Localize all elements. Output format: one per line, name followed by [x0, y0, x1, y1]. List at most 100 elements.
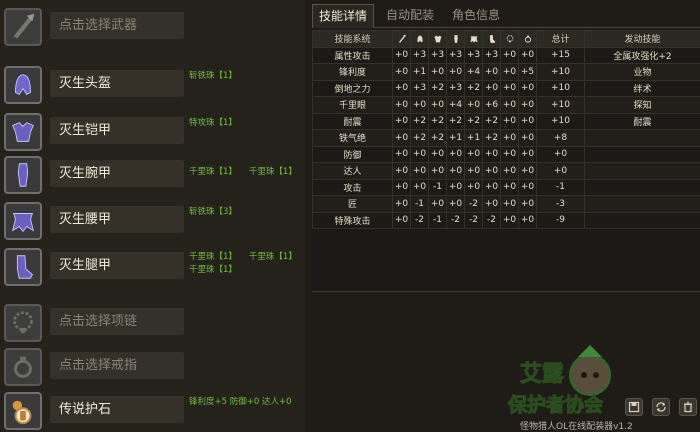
activated-skill-cell: 探知 [584, 96, 700, 114]
table-cell: +0 [392, 63, 411, 81]
refresh-button[interactable] [652, 398, 670, 416]
tab-bar: 技能详情 自动配装 角色信息 [312, 4, 700, 28]
table-cell: +3 [428, 46, 447, 64]
table-cell: +0 [392, 79, 411, 97]
skill-name-cell: 属性攻击 [312, 46, 393, 64]
equipment-name[interactable]: 灭生头盔 [50, 70, 184, 97]
equipment-slot-button[interactable] [4, 202, 42, 240]
logo-text-1: 艾露 [520, 362, 565, 387]
table-cell: -2 [410, 211, 429, 229]
equipment-slot-button[interactable] [4, 8, 42, 46]
table-cell: +2 [410, 129, 429, 147]
table-cell: -2 [446, 211, 465, 229]
equipment-slot-button[interactable] [4, 113, 42, 151]
table-cell: +0 [500, 178, 519, 196]
table-cell: +10 [536, 63, 585, 81]
arm-armor-icon [453, 34, 458, 43]
skill-name-cell: 达人 [312, 162, 393, 180]
jewel-label: 千里珠【1】 [248, 167, 297, 177]
activated-skill-cell [584, 211, 700, 229]
jewel-label: 千里珠【1】 [189, 167, 237, 177]
equipment-slot-button[interactable] [4, 248, 42, 286]
equipment-name[interactable]: 灭生腰甲 [50, 206, 184, 233]
table-cell: +0 [446, 178, 465, 196]
table-cell: +0 [410, 145, 429, 163]
equipment-slot: 点击选择戒指 [0, 344, 305, 390]
equipment-name[interactable]: 灭生腿甲 [50, 252, 184, 279]
skill-name-cell: 耐震 [312, 112, 393, 130]
equipment-slot-button[interactable] [4, 156, 42, 194]
equipment-slot: 灭生腰甲 斩铁珠【3】 [0, 198, 305, 244]
table-cell: +0 [464, 96, 483, 114]
equipment-slot-button[interactable] [4, 392, 42, 430]
jewel-label: 锋利度+5 防御+0 达人+0 [189, 397, 292, 407]
table-cell: +2 [410, 112, 429, 130]
activated-skill-cell: 耐震 [584, 112, 700, 130]
jewel-list: 斩铁珠【1】 [189, 70, 249, 83]
table-row: 特殊攻击 +0 -2 -1 -2 -2 -2 +0 +0 -9 [312, 211, 700, 229]
activated-skill-cell: 绊术 [584, 79, 700, 97]
skill-name-cell: 防御 [312, 145, 393, 163]
table-cell: +0 [392, 162, 411, 180]
jewel-label: 特攻珠【1】 [189, 118, 237, 128]
table-cell: +0 [392, 195, 411, 213]
logo-text-2: 保护者协会 [507, 393, 603, 416]
column-header: 技能系统 [312, 30, 393, 48]
table-cell: +0 [446, 63, 465, 81]
table-cell: +0 [464, 162, 483, 180]
tab-0[interactable]: 技能详情 [312, 4, 375, 28]
table-row: 耐震 +0 +2 +2 +2 +2 +2 +0 +0 +10 耐震 [312, 112, 700, 130]
jewel-list: 特攻珠【1】 [189, 117, 249, 130]
tab-1[interactable]: 自动配装 [380, 4, 440, 28]
table-row: 锋利度 +0 +1 +0 +0 +4 +0 +0 +5 +10 业物 [312, 63, 700, 81]
table-cell: +0 [392, 46, 411, 64]
equipment-name[interactable]: 传说护石 [50, 396, 184, 423]
table-cell: +0 [482, 178, 501, 196]
table-cell: +0 [482, 79, 501, 97]
table-cell: +1 [464, 129, 483, 147]
table-cell: +5 [518, 63, 537, 81]
table-cell: +0 [392, 129, 411, 147]
skill-name-cell: 特殊攻击 [312, 211, 393, 229]
table-cell: -1 [428, 178, 447, 196]
table-cell: +0 [500, 79, 519, 97]
table-cell: +0 [482, 63, 501, 81]
table-cell: +0 [518, 96, 537, 114]
table-cell: +0 [500, 46, 519, 64]
table-cell: +0 [392, 178, 411, 196]
refresh-icon [656, 402, 666, 412]
chest-armor-icon [433, 35, 442, 42]
table-cell: +2 [482, 112, 501, 130]
table-cell: +0 [482, 145, 501, 163]
equipment-slot-button[interactable] [4, 66, 42, 104]
table-row: 属性攻击 +0 +3 +3 +3 +3 +3 +0 +0 +15 全属攻强化+2 [312, 46, 700, 64]
table-row: 铁气绝 +0 +2 +2 +1 +1 +2 +0 +0 +8 [312, 129, 700, 147]
arm-armor-icon [17, 163, 29, 187]
column-header-icon [464, 30, 483, 48]
table-cell: +0 [410, 178, 429, 196]
equipment-name[interactable]: 灭生铠甲 [50, 117, 184, 144]
table-cell: +1 [446, 129, 465, 147]
activated-skill-cell [584, 162, 700, 180]
table-cell: +0 [464, 178, 483, 196]
table-cell: -1 [428, 211, 447, 229]
tab-2[interactable]: 角色信息 [446, 4, 506, 28]
table-cell: +0 [392, 112, 411, 130]
select-equipment-button[interactable]: 点击选择戒指 [50, 352, 184, 379]
delete-button[interactable] [679, 398, 697, 416]
activated-skill-cell [584, 195, 700, 213]
skill-name-cell: 匠 [312, 195, 393, 213]
select-equipment-button[interactable]: 点击选择武器 [50, 12, 184, 39]
table-cell: +0 [500, 112, 519, 130]
save-button[interactable] [625, 398, 643, 416]
skill-name-cell: 铁气绝 [312, 129, 393, 147]
select-equipment-button[interactable]: 点击选择项链 [50, 308, 184, 335]
equipment-slot-button[interactable] [4, 348, 42, 386]
equipment-slot-button[interactable] [4, 304, 42, 342]
table-cell: +0 [410, 162, 429, 180]
table-cell: +0 [392, 211, 411, 229]
equipment-slot: 传说护石 锋利度+5 防御+0 达人+0 [0, 388, 305, 432]
equipment-name[interactable]: 灭生腕甲 [50, 160, 184, 187]
leg-armor-icon [489, 34, 495, 43]
skill-name-cell: 倒地之力 [312, 79, 393, 97]
